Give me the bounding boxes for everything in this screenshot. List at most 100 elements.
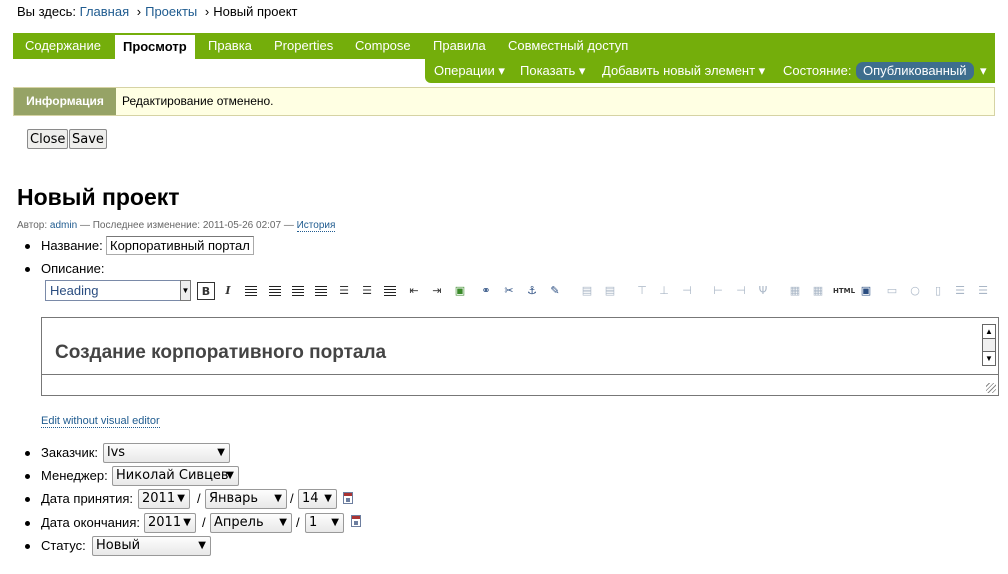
modified-text: — Последнее изменение: 2011-05-26 02:07 …: [79, 220, 294, 231]
justify-icon[interactable]: [315, 286, 327, 296]
bullet-icon: [25, 544, 30, 549]
tab-edit[interactable]: Правка: [208, 33, 252, 59]
close-button[interactable]: Close: [27, 129, 69, 149]
edit-icon[interactable]: ✎: [546, 282, 564, 300]
chevron-down-icon: ▼: [226, 470, 234, 481]
html-icon[interactable]: HTML: [832, 282, 856, 300]
page-icon[interactable]: ▯: [929, 282, 947, 300]
tab-properties[interactable]: Properties: [274, 33, 333, 59]
finish-year-select[interactable]: 2011 ▼: [144, 513, 196, 533]
accepted-date-label: Дата принятия:: [41, 491, 134, 506]
chevron-down-icon: ▼: [324, 493, 332, 504]
definition-list-icon[interactable]: [384, 286, 396, 296]
chevron-down-icon[interactable]: ▼: [180, 280, 191, 301]
table-props-icon[interactable]: ▤: [601, 282, 619, 300]
editor-heading-text[interactable]: Создание корпоративного портала: [55, 342, 386, 364]
author-link[interactable]: admin: [50, 220, 77, 231]
bullet-icon: [25, 451, 30, 456]
accepted-year-select[interactable]: 2011 ▼: [138, 489, 190, 509]
table-icon[interactable]: ▤: [578, 282, 596, 300]
description-label: Описание:: [41, 261, 105, 276]
editor-divider: [42, 374, 998, 375]
circle-icon[interactable]: ○: [906, 282, 924, 300]
date-separator: /: [290, 491, 294, 506]
date-separator: /: [197, 491, 201, 506]
tab-contents[interactable]: Содержание: [25, 33, 101, 59]
more-icon[interactable]: ☰: [974, 282, 992, 300]
edit-without-visual-editor-link[interactable]: Edit without visual editor: [41, 415, 160, 428]
tab-compose[interactable]: Compose: [355, 33, 411, 59]
bullet-icon: [25, 474, 30, 479]
state-menu-arrow[interactable]: ▾: [980, 59, 987, 83]
anchor-icon[interactable]: ⚓: [523, 282, 541, 300]
unlink-icon[interactable]: ✂: [500, 282, 518, 300]
italic-icon[interactable]: I: [219, 282, 237, 300]
editor-toolbar: Heading ▼ B I ☰ ☰ ⇤ ⇥ ▣ ⚭ ✂ ⚓ ✎ ▤ ▤ ⊤ ⊥ …: [45, 280, 1000, 302]
indent-icon[interactable]: ⇥: [428, 282, 446, 300]
chevron-down-icon: ▼: [177, 493, 185, 504]
display-menu[interactable]: Показать ▾: [520, 59, 585, 83]
operations-menu[interactable]: Операции ▾: [434, 59, 505, 83]
row-after-icon[interactable]: ⊥: [655, 282, 673, 300]
format-select[interactable]: Heading ▼: [45, 280, 191, 301]
customer-select[interactable]: lvs ▼: [103, 443, 230, 463]
scroll-down-icon[interactable]: ▼: [983, 351, 995, 365]
accepted-day-select[interactable]: 14 ▼: [298, 489, 337, 509]
bullet-icon: [25, 521, 30, 526]
status-select[interactable]: Новый ▼: [92, 536, 211, 556]
tab-rules[interactable]: Правила: [433, 33, 486, 59]
editor-scrollbar[interactable]: ▲ ▼: [982, 324, 996, 366]
link-icon[interactable]: ⚭: [477, 282, 495, 300]
scroll-up-icon[interactable]: ▲: [983, 325, 995, 339]
author-prefix: Автор:: [17, 220, 48, 231]
button-icon[interactable]: ▭: [883, 282, 901, 300]
state-badge[interactable]: Опубликованный: [856, 62, 974, 80]
bullet-icon: [25, 267, 30, 272]
align-right-icon[interactable]: [292, 286, 304, 296]
numbered-list-icon[interactable]: ☰: [358, 282, 376, 300]
rich-text-editor[interactable]: Создание корпоративного портала ▲ ▼: [41, 317, 999, 396]
align-center-icon[interactable]: [269, 286, 281, 296]
finish-month-select[interactable]: Апрель ▼: [210, 513, 292, 533]
breadcrumb-home-link[interactable]: Главная: [80, 4, 129, 19]
manager-label: Менеджер:: [41, 468, 108, 483]
delete-col-icon[interactable]: Ψ: [754, 282, 772, 300]
document-byline: Автор: admin — Последнее изменение: 2011…: [17, 220, 336, 232]
image-icon[interactable]: ▣: [451, 282, 469, 300]
chevron-down-icon: ▼: [331, 517, 339, 528]
save-button[interactable]: Save: [69, 129, 107, 149]
name-input[interactable]: Корпоративный портал: [106, 236, 254, 255]
status-message: Информация Редактирование отменено.: [13, 87, 995, 116]
tab-sharing[interactable]: Совместный доступ: [508, 33, 628, 59]
row-before-icon[interactable]: ⊤: [633, 282, 651, 300]
breadcrumb-separator: ›: [136, 4, 142, 19]
status-label: Статус:: [41, 538, 86, 553]
split-cells-icon[interactable]: ▦: [809, 282, 827, 300]
calendar-icon[interactable]: [351, 515, 361, 527]
add-new-item-menu[interactable]: Добавить новый элемент ▾: [602, 59, 765, 83]
finish-day-select[interactable]: 1 ▼: [305, 513, 344, 533]
outdent-icon[interactable]: ⇤: [405, 282, 423, 300]
content-tabs: Содержание Просмотр Правка Properties Co…: [13, 33, 995, 61]
bullet-list-icon[interactable]: ☰: [335, 282, 353, 300]
resize-grip-icon[interactable]: [986, 383, 996, 393]
customer-label: Заказчик:: [41, 445, 99, 460]
tab-view[interactable]: Просмотр: [115, 35, 195, 61]
fullscreen-icon[interactable]: ▣: [857, 282, 875, 300]
calendar-icon[interactable]: [343, 492, 353, 504]
delete-row-icon[interactable]: ⊣: [678, 282, 696, 300]
manager-select-value: Николай Сивцев: [116, 468, 229, 483]
merge-cells-icon[interactable]: ▦: [786, 282, 804, 300]
manager-select[interactable]: Николай Сивцев ▼: [112, 466, 239, 486]
chevron-down-icon: ▼: [217, 447, 225, 458]
history-link[interactable]: История: [296, 220, 336, 232]
accepted-month-select[interactable]: Январь ▼: [205, 489, 287, 509]
bold-icon[interactable]: B: [197, 282, 215, 300]
breadcrumb: Вы здесь: Главная › Проекты › Новый проект: [17, 4, 298, 19]
status-select-value: Новый: [96, 538, 141, 553]
col-after-icon[interactable]: ⊣: [732, 282, 750, 300]
align-left-icon[interactable]: [245, 286, 257, 296]
breadcrumb-projects-link[interactable]: Проекты: [145, 4, 197, 19]
list-icon[interactable]: ☰: [951, 282, 969, 300]
col-before-icon[interactable]: ⊢: [709, 282, 727, 300]
